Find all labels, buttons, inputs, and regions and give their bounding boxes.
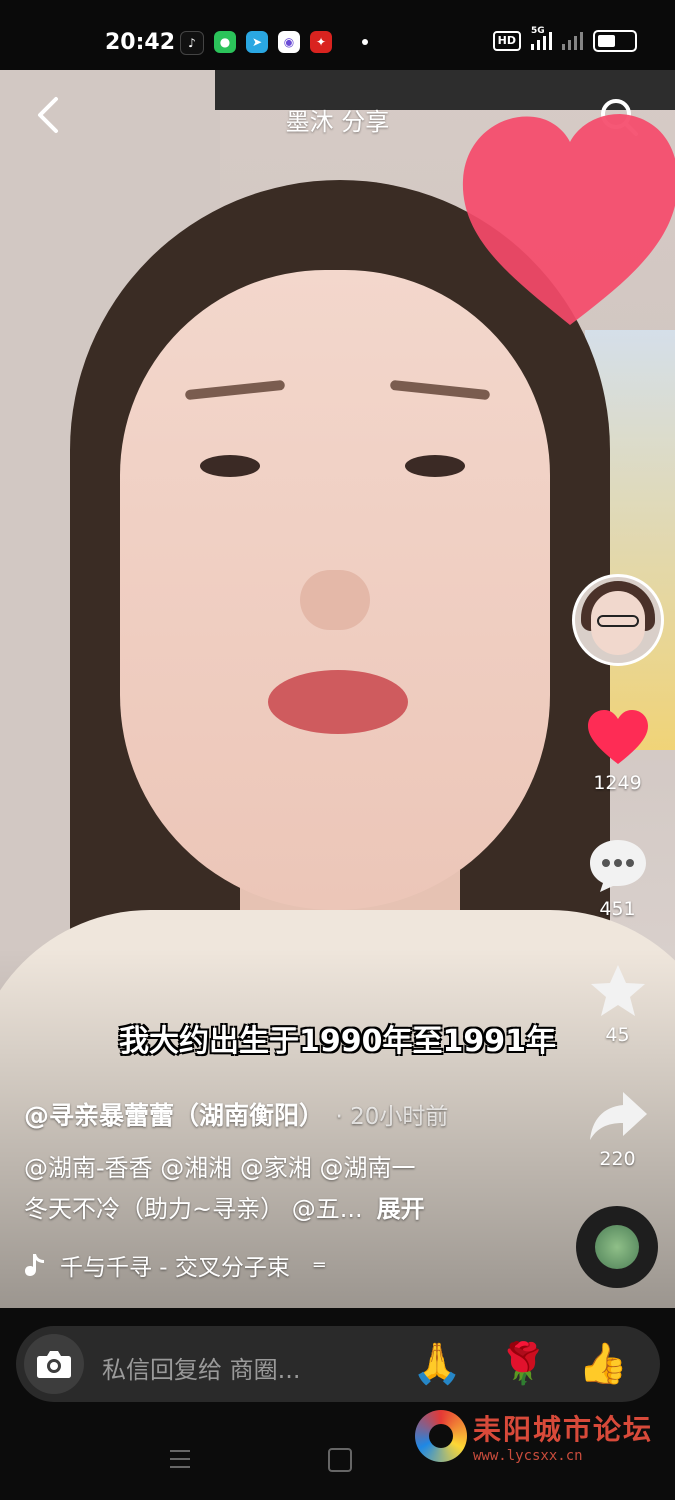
thumbs-up-emoji-button[interactable]: 👍	[578, 1340, 628, 1388]
rose-emoji-button[interactable]: 🌹	[498, 1340, 548, 1388]
author-name[interactable]: @寻亲暴蕾蕾（湖南衡阳）	[24, 1101, 312, 1130]
description-line-2: 冬天不冷（助力~寻亲） @五...	[24, 1195, 363, 1223]
heart-icon	[587, 710, 648, 764]
post-time: · 20小时前	[335, 1104, 449, 1130]
expand-button[interactable]: 展开	[377, 1195, 425, 1223]
author-avatar[interactable]	[572, 574, 664, 666]
person-eye-right	[405, 455, 465, 477]
like-count: 1249	[593, 772, 642, 794]
status-bar: 20:42 ♪ ● ➤ ◉ ✦ HD 5G	[0, 0, 675, 70]
person-eye-left	[200, 455, 260, 477]
comment-count: 451	[599, 898, 636, 920]
more-notifications-dot-icon	[362, 39, 368, 45]
music-title: 千与千寻 - 交叉分子束	[60, 1255, 290, 1281]
reply-placeholder[interactable]: 私信回复给 商圈...	[102, 1350, 301, 1385]
comment-button[interactable]: 451	[570, 836, 665, 920]
tiktok-note-icon	[25, 1254, 44, 1276]
person-lips	[268, 670, 408, 734]
reply-input-bar[interactable]: 私信回复给 商圈... 🙏 🌹 👍	[16, 1326, 660, 1402]
watermark-text: 耒阳城市论坛	[473, 1413, 654, 1446]
share-button[interactable]: 220	[570, 1088, 665, 1170]
signal-sim2-icon	[562, 32, 583, 50]
network-type-label: 5G	[531, 26, 545, 36]
hd-voice-icon: HD	[492, 31, 521, 51]
description-line-1: @湖南-香香 @湘湘 @家湘 @湖南一	[24, 1154, 416, 1182]
comment-bubble-icon	[589, 840, 646, 892]
tiktok-notification-icon: ♪	[180, 31, 204, 55]
video-subtitle: 我大约出生于1990年至1991年	[119, 1024, 556, 1059]
music-disc[interactable]	[576, 1206, 658, 1288]
watermark-url: www.lycsxx.cn	[473, 1448, 583, 1464]
star-icon	[590, 965, 645, 1016]
music-scroll-indicator-icon: ═	[313, 1254, 325, 1276]
person-nose	[300, 570, 370, 630]
music-info[interactable]: 千与千寻 - 交叉分子束 ═	[24, 1248, 325, 1282]
post-description[interactable]: @湖南-香香 @湘湘 @家湘 @湖南一 冬天不冷（助力~寻亲） @五... 展开	[24, 1148, 494, 1230]
avatar-glasses	[597, 615, 639, 627]
bottom-bar: 私信回复给 商圈... 🙏 🌹 👍 耒阳城市论坛 www.lycsxx.cn	[0, 1308, 675, 1500]
like-button[interactable]: 1249	[570, 708, 665, 794]
site-watermark: 耒阳城市论坛 www.lycsxx.cn	[415, 1408, 653, 1464]
share-count: 220	[599, 1148, 636, 1170]
recent-apps-icon[interactable]	[168, 1448, 192, 1470]
battery-icon	[593, 30, 637, 52]
watermark-logo-icon	[415, 1410, 467, 1462]
signal-5g-icon: 5G	[531, 26, 552, 50]
news-notification-icon: ✦	[310, 31, 332, 53]
camera-button[interactable]	[24, 1334, 84, 1394]
share-arrow-icon	[589, 1092, 647, 1140]
camera-icon	[37, 1351, 71, 1378]
status-time: 20:42	[105, 30, 176, 55]
system-icons: HD 5G	[492, 26, 637, 52]
notification-icons: ♪ ● ➤ ◉ ✦	[180, 31, 368, 55]
wechat-notification-icon: ●	[214, 31, 236, 53]
author-info: @寻亲暴蕾蕾（湖南衡阳） · 20小时前	[24, 1096, 448, 1132]
music-disc-cover	[595, 1225, 639, 1269]
pray-emoji-button[interactable]: 🙏	[412, 1340, 462, 1388]
home-square-icon[interactable]	[328, 1448, 352, 1472]
like-animation-heart-icon	[462, 114, 675, 325]
chat-notification-icon: ◉	[278, 31, 300, 53]
telegram-notification-icon: ➤	[246, 31, 268, 53]
